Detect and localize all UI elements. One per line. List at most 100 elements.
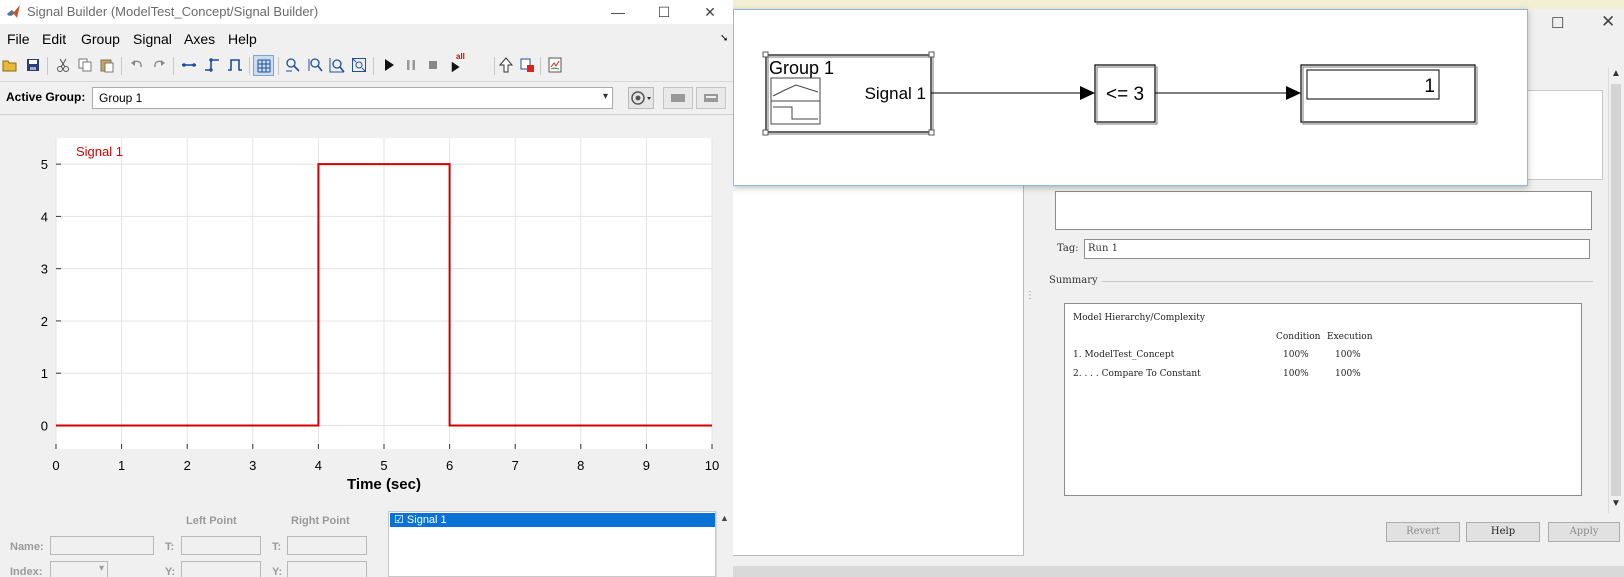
paste-icon[interactable] [98,56,116,74]
toolbar: all [0,51,733,82]
summary-row-name[interactable]: 2. . . . Compare To Constant [1073,369,1201,379]
chevron-down-icon[interactable]: ▾ [603,91,608,102]
zoom-x-icon[interactable] [284,56,302,74]
dialog-scrollbar[interactable]: ▲ ▼ [1608,68,1624,513]
dialog-close-button[interactable]: ✕ [1601,12,1615,32]
arrowhead-icon [1286,86,1301,100]
minimize-button[interactable]: — [595,0,641,24]
summary-heading: Model Hierarchy/Complexity [1073,313,1205,323]
compare-to-constant-block[interactable]: <= 3 [1094,64,1158,125]
maximize-button[interactable]: ☐ [641,0,687,24]
scroll-down-icon[interactable]: ▼ [1611,498,1621,509]
x-tick-label: 8 [577,458,584,473]
x-axis-label: Time (sec) [347,476,421,493]
chevron-down-icon[interactable]: ▾ [99,563,104,574]
summary-row-execution: 100% [1335,369,1361,379]
summary-row-condition: 100% [1283,350,1309,360]
signal-plot[interactable]: 0 1 2 3 4 5 6 7 8 9 10 0 1 2 3 4 5 Time (sec) Signal 1 [0,116,728,511]
right-t-label: T: [272,541,282,553]
x-tick-label: 4 [315,458,322,473]
scroll-up-icon[interactable]: ▲ [720,513,729,523]
compare-block-label: <= 3 [1106,84,1144,105]
active-group-bar: Active Group: Group 1 ▾ [0,84,733,115]
stop-icon[interactable] [424,56,442,74]
block-link-icon[interactable] [518,56,536,74]
signal-list-item[interactable]: ☑ Signal 1 [390,513,715,527]
display-block[interactable]: 1 [1300,64,1478,125]
apply-button[interactable]: Apply [1548,522,1620,542]
scroll-up-icon[interactable]: ▲ [1611,68,1621,79]
signal-builder-block[interactable]: Group 1 Signal 1 [762,51,935,136]
menu-signal[interactable]: Signal [133,31,172,47]
signal-plot-panel[interactable]: 0 1 2 3 4 5 6 7 8 9 10 0 1 2 3 4 5 Time (sec) Signal 1 [0,116,728,511]
selection-handle[interactable] [928,51,935,58]
active-group-value: Group 1 [99,91,143,105]
zoom-y-icon[interactable] [306,56,324,74]
signal-name-field[interactable] [50,536,154,555]
group-block-port-label: Signal 1 [865,84,926,103]
close-button[interactable]: ✕ [687,0,733,24]
summary-divider [1102,281,1593,282]
menu-axes[interactable]: Axes [184,31,215,47]
scroll-thumb[interactable] [1611,84,1621,496]
selection-handle[interactable] [762,51,769,58]
zoom-fit-icon[interactable] [350,56,368,74]
grid-icon[interactable] [253,55,274,76]
selection-handle[interactable] [762,129,769,136]
active-group-dropdown[interactable]: Group 1 ▾ [92,87,613,109]
zoom-xy-icon[interactable] [328,56,346,74]
pause-icon[interactable] [402,56,420,74]
group-settings-button[interactable] [628,87,654,109]
y-tick-label: 1 [41,366,48,381]
tag-input[interactable]: Run 1 [1084,239,1590,259]
step-icon[interactable] [203,56,221,74]
save-icon[interactable] [24,56,42,74]
help-button[interactable]: Help [1466,522,1540,542]
left-point-t-field[interactable] [181,536,261,555]
revert-button[interactable]: Revert [1386,522,1460,542]
menu-file[interactable]: File [7,31,30,47]
menu-edit[interactable]: Edit [42,31,66,47]
toolbar-separator [540,57,541,75]
play-icon[interactable] [380,56,398,74]
toolbar-separator [278,57,279,75]
summary-row-name[interactable]: 1. ModelTest_Concept [1073,350,1174,360]
dialog-maximize-button[interactable]: ☐ [1551,14,1564,32]
title-bar[interactable]: Signal Builder (ModelTest_Concept/Signal… [0,0,733,24]
cut-icon[interactable] [54,56,72,74]
open-icon[interactable] [1,56,19,74]
toolbar-separator [494,57,495,75]
dock-arrow-icon[interactable]: ➘ [720,33,728,44]
copy-icon[interactable] [76,56,94,74]
x-tick-label: 7 [512,458,519,473]
description-field[interactable] [1055,191,1592,230]
undo-icon[interactable] [128,56,146,74]
report-icon[interactable] [546,56,564,74]
col-execution: Execution [1327,332,1373,342]
signal-list-scrollbar[interactable]: ▲ [716,511,733,577]
simulink-model-canvas[interactable]: Group 1 Signal 1 <= 3 1 [733,9,1528,186]
signal-index-dropdown[interactable]: ▾ [50,561,108,577]
summary-label: Summary [1049,275,1098,286]
menu-group[interactable]: Group [81,31,120,47]
left-point-y-field[interactable] [181,561,261,577]
redo-icon[interactable] [150,56,168,74]
splitter-handle[interactable]: ⋮ [1025,290,1035,301]
index-label: Index: [10,566,43,577]
right-point-y-field[interactable] [287,561,367,577]
toolbar-separator [373,57,374,75]
run-all-icon[interactable]: all [446,52,468,74]
selection-handle[interactable] [928,129,935,136]
move-up-icon[interactable] [497,56,515,74]
x-tick-label: 5 [380,458,387,473]
line-segment-icon[interactable] [180,56,198,74]
signal-list[interactable]: ☑ Signal 1 [388,511,716,577]
group-tab-right-button[interactable] [696,87,726,109]
window-title: Signal Builder (ModelTest_Concept/Signal… [27,4,319,19]
right-point-t-field[interactable] [287,536,367,555]
group-tab-left-button[interactable] [663,87,693,109]
y-tick-label: 5 [41,157,48,172]
pulse-icon[interactable] [226,56,244,74]
taskbar-strip [733,566,1624,577]
menu-help[interactable]: Help [228,31,257,47]
